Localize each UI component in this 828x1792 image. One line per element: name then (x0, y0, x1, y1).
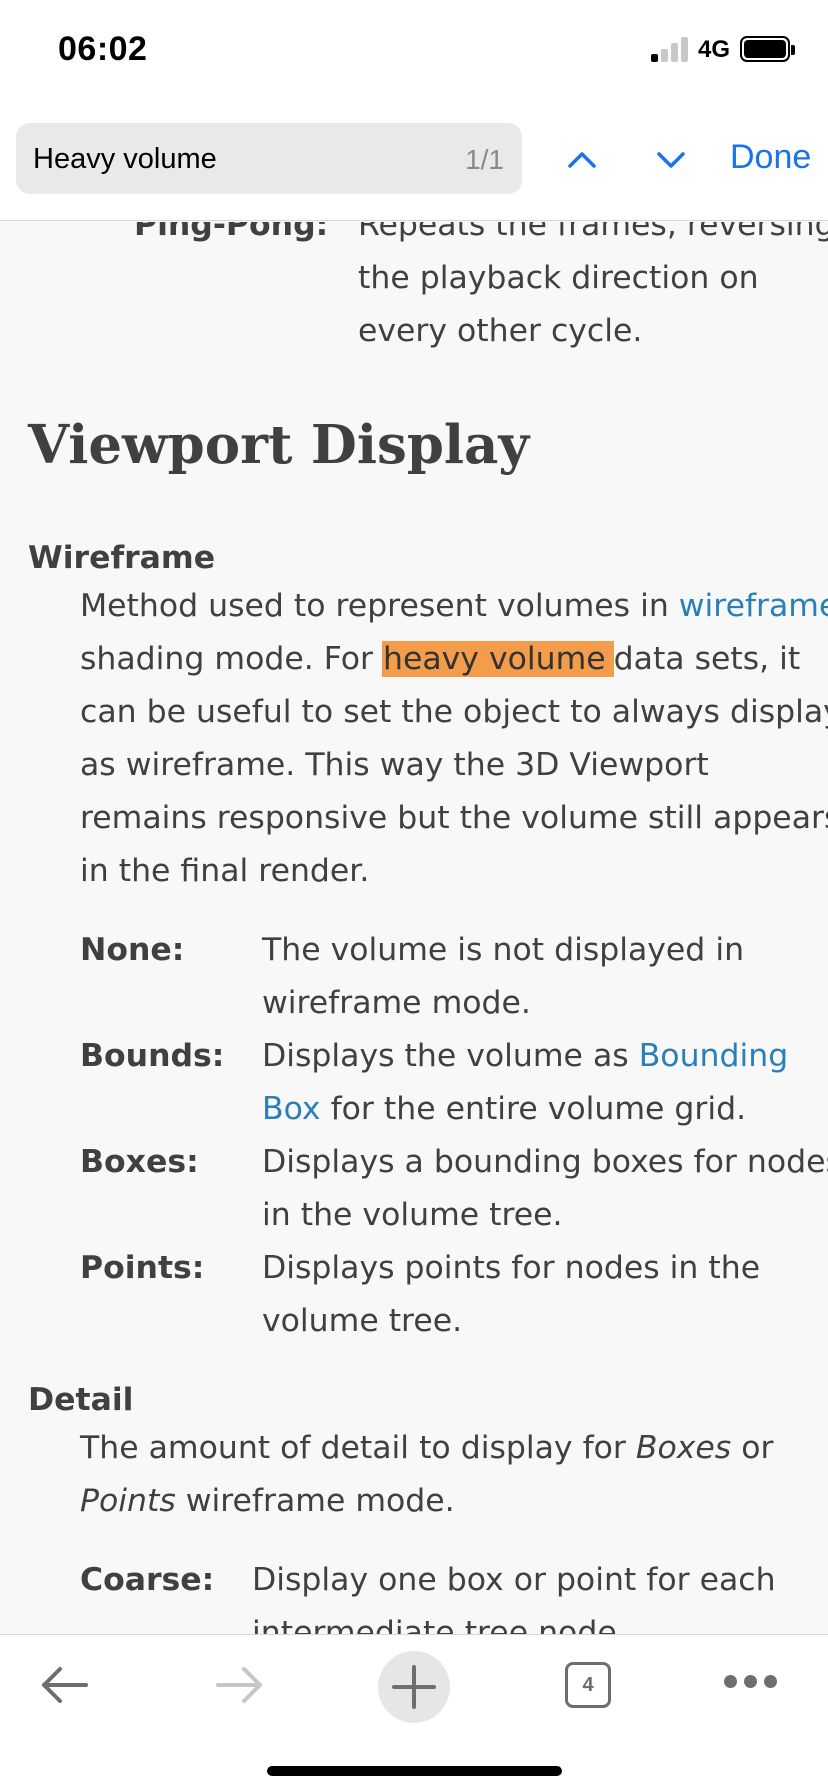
signal-strength-icon (651, 36, 691, 62)
option-boxes-desc: Displays a bounding boxes for nodes (262, 1144, 828, 1180)
option-points-term: Points: (80, 1250, 205, 1286)
done-button[interactable]: Done (730, 138, 811, 177)
find-on-page-bar: Heavy volume 1/1 Done (0, 100, 828, 221)
find-match-count: 1/1 (465, 144, 504, 175)
option-coarse-desc: Display one box or point for each (252, 1562, 776, 1598)
arrow-right-icon (216, 1667, 262, 1703)
wireframe-desc-line: remains responsive but the volume still … (80, 800, 828, 836)
option-bounds-desc: Displays the volume as Bounding (262, 1038, 789, 1074)
arrow-left-icon (42, 1667, 88, 1703)
option-boxes-desc: in the volume tree. (262, 1197, 563, 1233)
option-points-desc: Displays points for nodes in the (262, 1250, 761, 1286)
detail-desc-line: Points wireframe mode. (80, 1483, 455, 1519)
forward-button[interactable] (212, 1665, 266, 1705)
tab-switcher-button[interactable]: 4 (565, 1662, 611, 1708)
battery-icon (740, 36, 795, 62)
wireframe-term: Wireframe (28, 540, 216, 576)
wireframe-desc-line: as wireframe. This way the 3D Viewport (80, 747, 709, 783)
wireframe-desc-line: shading mode. For heavy volume data sets,… (80, 641, 801, 677)
bounding-box-link[interactable]: Box (262, 1091, 321, 1127)
previous-match-button[interactable] (562, 142, 602, 178)
home-indicator (267, 1766, 562, 1776)
status-time: 06:02 (58, 30, 148, 68)
pingpong-desc-line: the playback direction on (358, 260, 759, 296)
pingpong-desc-line: Repeats the frames, reversing (358, 222, 828, 243)
option-points-desc: volume tree. (262, 1303, 463, 1339)
option-boxes-term: Boxes: (80, 1144, 199, 1180)
pingpong-desc-line: every other cycle. (358, 313, 643, 349)
option-coarse-term: Coarse: (80, 1562, 215, 1598)
find-input[interactable]: Heavy volume 1/1 (16, 123, 522, 194)
find-match-highlight: heavy volume (382, 641, 614, 677)
wireframe-desc-line: Method used to represent volumes in wire… (80, 588, 828, 624)
wireframe-desc-line: can be useful to set the object to alway… (80, 694, 828, 730)
back-button[interactable] (38, 1665, 92, 1705)
option-none-desc: wireframe mode. (262, 985, 531, 1021)
detail-desc-line: The amount of detail to display for Boxe… (80, 1430, 774, 1466)
next-match-button[interactable] (651, 142, 691, 178)
new-tab-button[interactable] (378, 1651, 450, 1723)
more-menu-button[interactable] (724, 1673, 778, 1693)
option-bounds-term: Bounds: (80, 1038, 225, 1074)
wireframe-link[interactable]: wireframe (679, 588, 828, 624)
chevron-down-icon (657, 152, 685, 168)
section-heading: Viewport Display (28, 414, 530, 476)
plus-icon (392, 1665, 436, 1709)
dot (724, 1675, 737, 1688)
pingpong-term: Ping-Pong: (134, 222, 329, 243)
option-none-desc: The volume is not displayed in (262, 932, 745, 968)
dot (764, 1675, 777, 1688)
bounding-box-link[interactable]: Bounding (639, 1038, 789, 1074)
option-bounds-desc: Box for the entire volume grid. (262, 1091, 747, 1127)
detail-term: Detail (28, 1382, 134, 1418)
option-none-term: None: (80, 932, 185, 968)
status-bar: 06:02 4G (0, 0, 828, 100)
chevron-up-icon (568, 152, 596, 168)
dot (744, 1675, 757, 1688)
find-query-text: Heavy volume (33, 143, 217, 175)
network-type: 4G (698, 36, 731, 63)
wireframe-desc-line: in the final render. (80, 853, 370, 889)
option-coarse-desc: intermediate tree node. (252, 1615, 627, 1634)
page-content: Ping-Pong: Repeats the frames, reversing… (0, 222, 828, 1634)
